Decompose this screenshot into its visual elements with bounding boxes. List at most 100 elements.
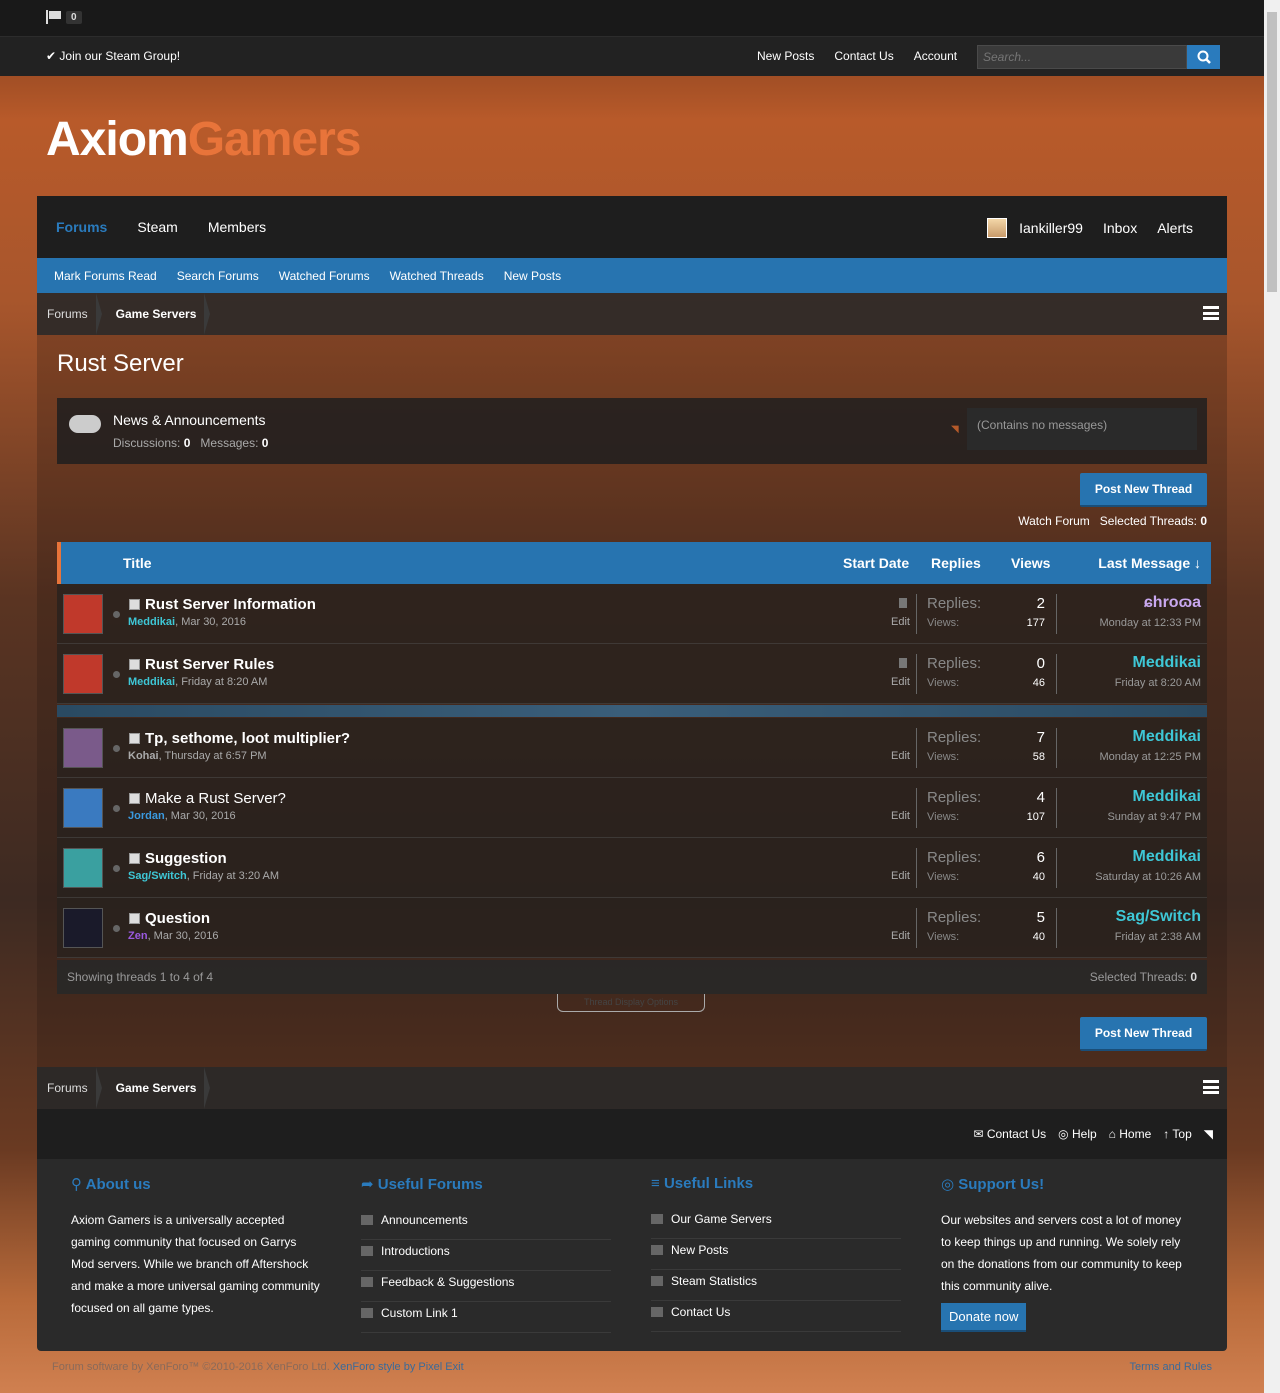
col-start-date[interactable]: Start Date [843, 555, 909, 571]
username-link[interactable]: Iankiller99 [1019, 220, 1083, 236]
terms-link[interactable]: Terms and Rules [1129, 1361, 1212, 1373]
footer-contact-us[interactable]: ✉ Contact Us [973, 1127, 1046, 1141]
avatar[interactable] [63, 788, 103, 828]
thread-row[interactable]: Tp, sethome, loot multiplier? Kohai, Thu… [57, 718, 1207, 778]
last-message-user[interactable]: ɕhroɷa [1144, 594, 1201, 612]
thread-checkbox[interactable] [129, 793, 140, 804]
menu-icon[interactable] [1203, 306, 1219, 320]
thread-title[interactable]: Rust Server Information [145, 596, 316, 613]
edit-link[interactable]: Edit [891, 810, 910, 822]
edit-link[interactable]: Edit [891, 616, 910, 628]
breadcrumb-game-servers[interactable]: Game Servers [106, 1067, 211, 1109]
footer-useful-link[interactable]: Our Game Servers [651, 1208, 901, 1239]
thread-title[interactable]: Rust Server Rules [145, 656, 274, 673]
rss-icon[interactable]: ◥ [1204, 1127, 1213, 1141]
watch-forum-link[interactable]: Watch Forum [1018, 514, 1090, 528]
footer-useful-link[interactable]: New Posts [651, 1239, 901, 1270]
alerts-link[interactable]: Alerts [1157, 220, 1193, 236]
tab-steam[interactable]: Steam [137, 219, 177, 235]
site-logo[interactable]: AxiomGamers [46, 112, 361, 167]
tab-members[interactable]: Members [208, 219, 266, 235]
thread-title[interactable]: Suggestion [145, 850, 227, 867]
mark-forums-read-link[interactable]: Mark Forums Read [54, 269, 157, 283]
selected-threads[interactable]: Selected Threads: 0 [1100, 514, 1207, 528]
footer-home[interactable]: ⌂ Home [1109, 1127, 1152, 1141]
selected-threads-footer[interactable]: Selected Threads: 0 [1090, 970, 1197, 984]
thread-author[interactable]: Meddikai [128, 616, 175, 628]
thread-author[interactable]: Sag/Switch [128, 870, 187, 882]
breadcrumb-forums[interactable]: Forums [37, 1067, 102, 1109]
search-button[interactable] [1187, 45, 1220, 69]
post-new-thread-button-bottom[interactable]: Post New Thread [1080, 1017, 1207, 1051]
footer-forum-link[interactable]: Feedback & Suggestions [361, 1271, 611, 1302]
thread-title[interactable]: Question [145, 910, 210, 927]
thread-checkbox[interactable] [129, 599, 140, 610]
rss-icon[interactable]: ◥ [951, 424, 960, 435]
thread-row[interactable]: Question Zen, Mar 30, 2016 Edit Replies:… [57, 898, 1207, 958]
thread-row[interactable]: Make a Rust Server? Jordan, Mar 30, 2016… [57, 778, 1207, 838]
last-message-user[interactable]: Meddikai [1133, 788, 1201, 806]
col-views[interactable]: Views [1011, 555, 1050, 571]
footer-forum-link[interactable]: Announcements [361, 1209, 611, 1240]
edit-link[interactable]: Edit [891, 870, 910, 882]
edit-link[interactable]: Edit [891, 676, 910, 688]
footer-top[interactable]: ↑ Top [1163, 1127, 1191, 1141]
flag-button[interactable]: 0 [46, 10, 82, 24]
col-last-message[interactable]: Last Message ↓ [1098, 555, 1201, 571]
last-message-user[interactable]: Meddikai [1133, 654, 1201, 672]
thread-checkbox[interactable] [129, 853, 140, 864]
avatar[interactable] [63, 594, 103, 634]
thread-row[interactable]: Rust Server Information Meddikai, Mar 30… [57, 584, 1207, 644]
footer-useful-link[interactable]: Steam Statistics [651, 1270, 901, 1301]
last-message-date[interactable]: Saturday at 10:26 AM [1095, 871, 1201, 883]
last-message-user[interactable]: Meddikai [1133, 848, 1201, 866]
thread-author[interactable]: Meddikai [128, 676, 175, 688]
avatar[interactable] [63, 654, 103, 694]
footer-forum-link[interactable]: Introductions [361, 1240, 611, 1271]
top-nav-new-posts[interactable]: New Posts [757, 49, 814, 63]
watched-threads-link[interactable]: Watched Threads [390, 269, 484, 283]
thread-row[interactable]: Suggestion Sag/Switch, Friday at 3:20 AM… [57, 838, 1207, 898]
col-title[interactable]: Title [123, 555, 152, 571]
menu-icon[interactable] [1203, 1080, 1219, 1094]
search-input[interactable] [977, 45, 1187, 69]
thread-author[interactable]: Jordan [128, 810, 165, 822]
last-message-date[interactable]: Sunday at 9:47 PM [1107, 811, 1201, 823]
thread-row[interactable]: Rust Server Rules Meddikai, Friday at 8:… [57, 644, 1207, 704]
post-new-thread-button[interactable]: Post New Thread [1080, 473, 1207, 507]
last-message-user[interactable]: Meddikai [1133, 728, 1201, 746]
thread-checkbox[interactable] [129, 659, 140, 670]
scrollbar[interactable] [1264, 0, 1280, 1393]
watched-forums-link[interactable]: Watched Forums [279, 269, 370, 283]
tab-forums[interactable]: Forums [56, 219, 107, 235]
last-message-user[interactable]: Sag/Switch [1116, 908, 1201, 926]
last-message-date[interactable]: Monday at 12:33 PM [1099, 617, 1201, 629]
edit-link[interactable]: Edit [891, 930, 910, 942]
new-posts-link[interactable]: New Posts [504, 269, 561, 283]
search-forums-link[interactable]: Search Forums [177, 269, 259, 283]
avatar[interactable] [987, 218, 1008, 238]
thread-display-options[interactable]: Thread Display Options [557, 994, 705, 1012]
breadcrumb-game-servers[interactable]: Game Servers [106, 293, 211, 335]
col-replies[interactable]: Replies [931, 555, 981, 571]
inbox-link[interactable]: Inbox [1103, 220, 1137, 236]
last-message-date[interactable]: Friday at 2:38 AM [1115, 931, 1201, 943]
thread-checkbox[interactable] [129, 913, 140, 924]
avatar[interactable] [63, 728, 103, 768]
avatar[interactable] [63, 908, 103, 948]
breadcrumb-forums[interactable]: Forums [37, 293, 102, 335]
footer-help[interactable]: ◎ Help [1058, 1127, 1097, 1141]
footer-useful-link[interactable]: Contact Us [651, 1301, 901, 1332]
subforum-title[interactable]: News & Announcements [113, 412, 266, 428]
top-nav-contact-us[interactable]: Contact Us [834, 49, 893, 63]
edit-link[interactable]: Edit [891, 750, 910, 762]
donate-button[interactable]: Donate now [941, 1303, 1027, 1332]
thread-author[interactable]: Kohai [128, 750, 159, 762]
last-message-date[interactable]: Friday at 8:20 AM [1115, 677, 1201, 689]
avatar[interactable] [63, 848, 103, 888]
steam-group-link[interactable]: ✔ Join our Steam Group! [46, 49, 180, 63]
thread-checkbox[interactable] [129, 733, 140, 744]
thread-title[interactable]: Tp, sethome, loot multiplier? [145, 730, 350, 747]
last-message-date[interactable]: Monday at 12:25 PM [1099, 751, 1201, 763]
thread-author[interactable]: Zen [128, 930, 148, 942]
